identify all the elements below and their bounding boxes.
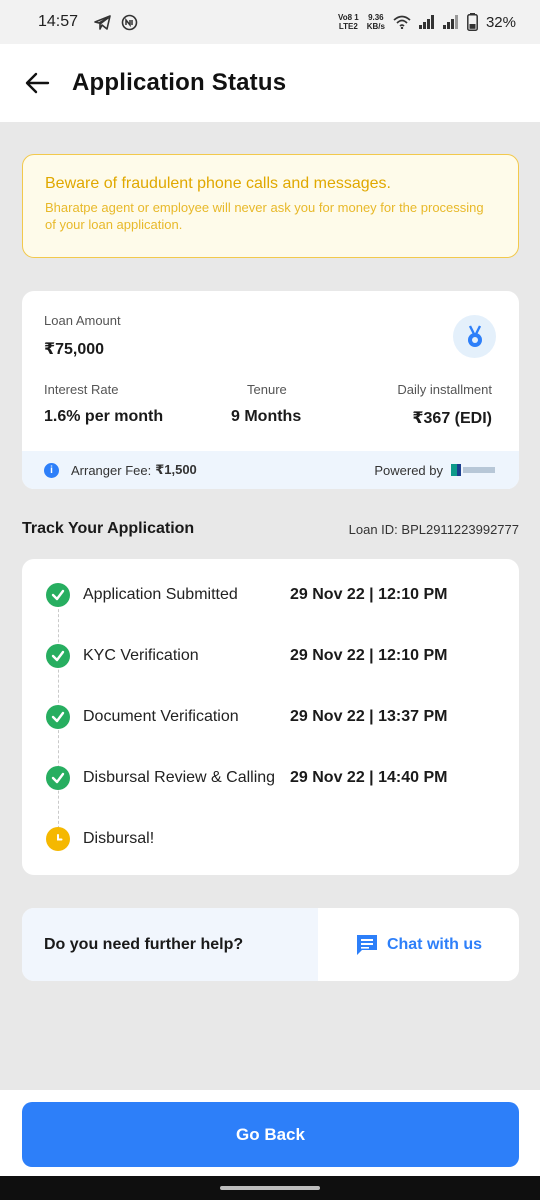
interest-rate-value: 1.6% per month [44,408,164,425]
info-icon[interactable]: i [44,462,59,478]
page-title: Application Status [72,69,287,96]
loan-amount-value: ₹75,000 [44,341,105,358]
check-circle-icon [46,705,70,729]
step-label: Disbursal! [83,830,155,847]
signal-icon-1 [418,15,434,29]
chat-with-us-button[interactable]: Chat with us [318,908,519,981]
back-arrow-icon[interactable] [24,70,50,96]
timeline-step: Document Verification 29 Nov 22 | 13:37 … [46,704,506,730]
home-gesture-handle[interactable] [220,1186,320,1190]
warning-body: Bharatpe agent or employee will never as… [45,200,484,232]
step-time: 29 Nov 22 | 13:37 PM [290,708,448,725]
network-speed: 9.36 KB/s [366,13,385,31]
signal-icon-2 [442,15,458,29]
loan-amount-label: Loan Amount [44,313,121,328]
step-time: 29 Nov 22 | 12:10 PM [290,586,448,603]
check-circle-icon [46,766,70,790]
tenure-label: Tenure [247,382,287,397]
app-header: Application Status [0,44,540,122]
status-time: 14:57 [38,13,79,30]
loan-id: Loan ID: BPL2911223992777 [348,521,519,537]
loan-summary-card: Loan Amount ₹75,000 Interest Rate 1.6% p… [22,291,519,489]
status-bar: 14:57 Vo8 1 LTE2 9.36 KB/s 32% [0,0,540,44]
tenure-value: 9 Months [231,408,302,425]
medal-icon [453,315,496,358]
sync-app-icon [121,14,138,30]
step-label: KYC Verification [83,647,199,664]
go-back-button[interactable]: Go Back [22,1102,519,1167]
step-label: Application Submitted [83,586,238,603]
help-question: Do you need further help? [22,908,318,981]
step-label: Disbursal Review & Calling [83,769,276,786]
arranger-fee-row: i Arranger Fee: ₹1,500 Powered by [22,451,519,489]
interest-rate-label: Interest Rate [44,382,119,397]
powered-by-label: Powered by [374,462,443,478]
battery-percent: 32% [485,13,516,31]
chat-label: Chat with us [386,935,483,953]
step-label: Document Verification [83,708,239,725]
track-title: Track Your Application [22,520,195,537]
daily-installment-label: Daily installment [397,382,492,397]
fraud-warning-banner: Beware of fraudulent phone calls and mes… [22,154,519,258]
network-type-label: Vo8 1 LTE2 [337,13,359,31]
arranger-fee-value: ₹1,500 [155,462,197,477]
system-navigation-bar [0,1176,540,1200]
timeline-step: Disbursal Review & Calling 29 Nov 22 | 1… [46,765,506,791]
application-timeline-card: Application Submitted 29 Nov 22 | 12:10 … [22,559,519,875]
warning-title: Beware of fraudulent phone calls and mes… [45,175,391,192]
lender-logo [451,463,497,477]
clock-icon [46,827,70,851]
step-time: 29 Nov 22 | 14:40 PM [290,769,448,786]
timeline-step: Disbursal! [46,826,506,852]
arranger-fee-label: Arranger Fee: [71,462,152,478]
timeline-step: Application Submitted 29 Nov 22 | 12:10 … [46,582,506,608]
timeline-step: KYC Verification 29 Nov 22 | 12:10 PM [46,643,506,669]
daily-installment-value: ₹367 (EDI) [412,410,492,427]
step-time: 29 Nov 22 | 12:10 PM [290,647,448,664]
check-circle-icon [46,644,70,668]
help-card: Do you need further help? Chat with us [22,908,519,981]
wifi-icon [393,15,411,29]
battery-icon [467,13,478,31]
check-circle-icon [46,583,70,607]
track-application-header: Track Your Application Loan ID: BPL29112… [22,520,519,538]
chat-icon [356,934,377,955]
telegram-icon [94,14,111,30]
